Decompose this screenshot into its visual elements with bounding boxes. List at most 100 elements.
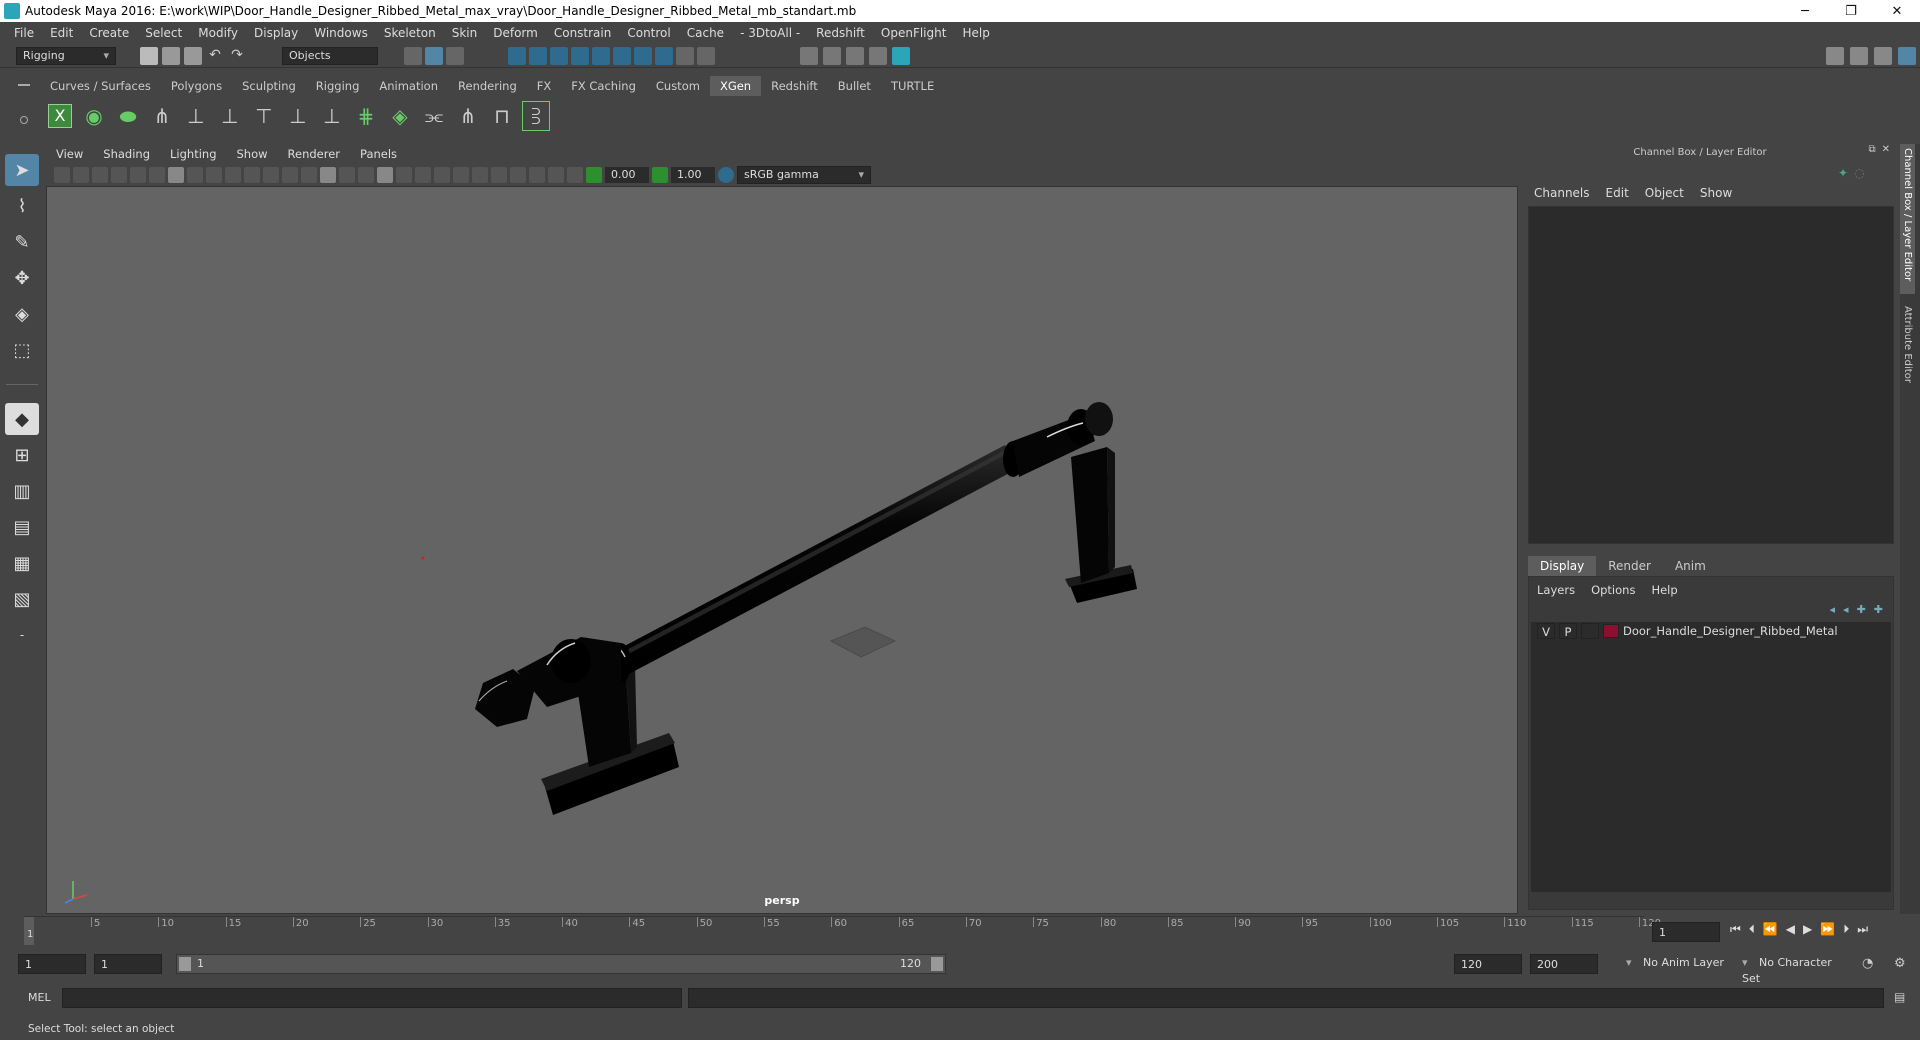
save-scene-icon[interactable]	[184, 47, 202, 65]
wireframe-icon[interactable]	[301, 167, 317, 183]
menu-cache[interactable]: Cache	[679, 26, 732, 40]
field-chart-icon[interactable]	[244, 167, 260, 183]
script-editor-icon[interactable]: ▤	[1894, 990, 1905, 1004]
menu-deform[interactable]: Deform	[485, 26, 546, 40]
single-perspective-layout-icon[interactable]: ◆	[5, 403, 39, 435]
shelf-tab-animation[interactable]: Animation	[369, 76, 448, 96]
render-view-icon[interactable]	[800, 47, 818, 65]
layer-menu-help[interactable]: Help	[1651, 583, 1677, 597]
shadows-icon[interactable]	[415, 167, 431, 183]
menu-constrain[interactable]: Constrain	[546, 26, 620, 40]
motion-blur-icon[interactable]	[453, 167, 469, 183]
channel-box-icon[interactable]	[1898, 47, 1916, 65]
go-to-start-icon[interactable]: ⏮	[1730, 922, 1741, 937]
new-layer-icon[interactable]: ✚	[1857, 603, 1866, 616]
menu-file[interactable]: File	[6, 26, 42, 40]
shelf-tab-curves-surfaces[interactable]: Curves / Surfaces	[40, 76, 161, 96]
persp-outliner-layout-icon[interactable]: ▥	[5, 475, 39, 507]
shelf-tab-sculpting[interactable]: Sculpting	[232, 76, 306, 96]
auto-key-icon[interactable]: ◔	[1862, 956, 1873, 971]
lasso-tool-icon[interactable]: ⌇	[5, 190, 39, 222]
smooth-shade-icon[interactable]	[320, 167, 336, 183]
depth-of-field-icon[interactable]	[491, 167, 507, 183]
shelf-tab-rendering[interactable]: Rendering	[448, 76, 527, 96]
xgen-modifier-icon[interactable]: ⋔	[454, 101, 482, 131]
color-management-icon[interactable]	[718, 167, 734, 183]
range-start-handle[interactable]	[179, 957, 191, 971]
persp-graph-layout-icon[interactable]: ▤	[5, 511, 39, 543]
xgen-add-guide-icon[interactable]: ⋔	[148, 101, 176, 131]
channel-menu-object[interactable]: Object	[1645, 186, 1684, 200]
open-scene-icon[interactable]	[162, 47, 180, 65]
shelf-tab-redshift[interactable]: Redshift	[761, 76, 828, 96]
select-object-icon[interactable]	[425, 47, 443, 65]
menu-create[interactable]: Create	[81, 26, 137, 40]
layer-color-swatch[interactable]	[1603, 624, 1619, 638]
default-material-icon[interactable]	[339, 167, 355, 183]
restore-button[interactable]: ❐	[1828, 4, 1874, 19]
xgen-rebuild-guide-icon[interactable]: ⋕	[352, 101, 380, 131]
menu-help[interactable]: Help	[954, 26, 997, 40]
snap-projected-icon[interactable]	[571, 47, 589, 65]
viewport-menu-renderer[interactable]: Renderer	[278, 147, 351, 161]
layer-tab-render[interactable]: Render	[1596, 556, 1663, 576]
channel-menu-show[interactable]: Show	[1700, 186, 1732, 200]
xgen-editor-icon[interactable]: X	[46, 101, 74, 131]
xray-joints-icon[interactable]	[548, 167, 564, 183]
xgen-create-description-icon[interactable]: ⬬	[114, 101, 142, 131]
layer-display-type[interactable]	[1581, 623, 1599, 639]
ipr-render-icon[interactable]	[846, 47, 864, 65]
resolution-gate-icon[interactable]	[206, 167, 222, 183]
view-transform-dropdown[interactable]: sRGB gamma ▾	[737, 166, 871, 184]
render-settings-icon[interactable]	[869, 47, 887, 65]
menu-select[interactable]: Select	[137, 26, 190, 40]
textured-icon[interactable]	[377, 167, 393, 183]
grid-icon[interactable]	[168, 167, 184, 183]
playback-end-field[interactable]: 120	[1454, 954, 1522, 974]
tool-settings-icon[interactable]	[1874, 47, 1892, 65]
step-forward-frame-icon[interactable]: ⏵	[1843, 922, 1849, 937]
gamma-field[interactable]: 1.00	[671, 167, 715, 183]
layer-playback-toggle[interactable]: P	[1559, 623, 1577, 639]
viewport-menu-shading[interactable]: Shading	[93, 147, 160, 161]
shelf-tab-xgen[interactable]: XGen	[709, 76, 762, 96]
snap-live-icon[interactable]	[613, 47, 631, 65]
viewport-menu-show[interactable]: Show	[227, 147, 278, 161]
animation-start-field[interactable]: 1	[18, 954, 86, 974]
xgen-bend-guide-icon[interactable]: ⊤	[250, 101, 278, 131]
persp-uv-layout-icon[interactable]: ▧	[5, 583, 39, 615]
use-lights-icon[interactable]	[396, 167, 412, 183]
shelf-tab-turtle[interactable]: TURTLE	[881, 76, 944, 96]
menu-3dtoall[interactable]: - 3DtoAll -	[732, 26, 808, 40]
layer-tab-anim[interactable]: Anim	[1663, 556, 1718, 576]
gamma-icon[interactable]	[652, 167, 668, 183]
snap-grid-icon[interactable]	[508, 47, 526, 65]
hypershade-icon[interactable]	[892, 47, 910, 65]
shelf-tab-fx[interactable]: FX	[527, 76, 562, 96]
animation-end-field[interactable]: 200	[1530, 954, 1598, 974]
isolate-select-icon[interactable]	[510, 167, 526, 183]
viewport-menu-view[interactable]: View	[46, 147, 93, 161]
current-frame-field[interactable]: 1	[1652, 922, 1720, 942]
redo-icon[interactable]: ↷	[228, 47, 246, 65]
selection-mode-dropdown[interactable]: Objects	[282, 47, 378, 65]
perspective-viewport[interactable]: persp	[46, 186, 1518, 914]
move-tool-icon[interactable]: ✥	[5, 262, 39, 294]
symmetry-icon[interactable]	[655, 47, 673, 65]
xgen-comb-icon[interactable]: ⊓	[488, 101, 516, 131]
rotate-tool-icon[interactable]: ◈	[5, 298, 39, 330]
shelf-tab-custom[interactable]: Custom	[646, 76, 710, 96]
animation-preferences-icon[interactable]: ⚙	[1894, 956, 1906, 971]
exposure-icon[interactable]	[586, 167, 602, 183]
layer-visibility-toggle[interactable]: V	[1537, 623, 1555, 639]
lock-icon[interactable]	[676, 47, 694, 65]
xray-icon[interactable]	[529, 167, 545, 183]
layer-name[interactable]: Door_Handle_Designer_Ribbed_Metal	[1623, 624, 1838, 638]
select-tool-icon[interactable]: ➤	[5, 154, 39, 186]
playback-start-field[interactable]: 1	[94, 954, 162, 974]
camera-select-icon[interactable]	[54, 167, 70, 183]
menu-modify[interactable]: Modify	[190, 26, 246, 40]
make-live-icon[interactable]	[634, 47, 652, 65]
step-back-frame-icon[interactable]: ⏴	[1749, 922, 1755, 937]
select-component-icon[interactable]	[446, 47, 464, 65]
